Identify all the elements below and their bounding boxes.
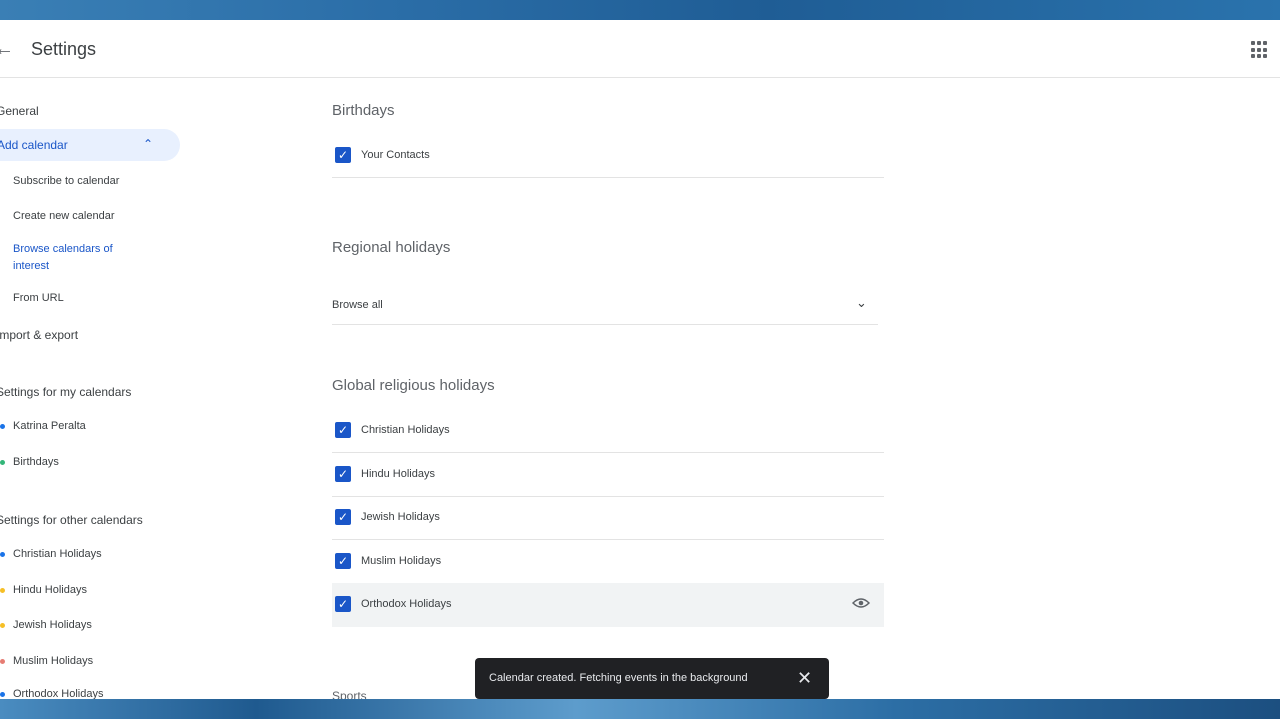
checkbox-label: Christian Holidays — [361, 424, 450, 436]
desktop-background-bottom — [0, 699, 1280, 719]
close-icon[interactable]: ✕ — [797, 668, 812, 688]
checkbox-checked-icon[interactable]: ✓ — [335, 466, 351, 482]
desktop-background-top — [0, 0, 1280, 20]
checkbox-row[interactable]: ✓ Christian Holidays — [332, 409, 884, 453]
checkbox-row[interactable]: ✓ Jewish Holidays — [332, 496, 884, 540]
checkbox-checked-icon[interactable]: ✓ — [335, 553, 351, 569]
sidebar-item-other-calendar[interactable]: Muslim Holidays — [13, 655, 93, 667]
calendar-color-dot — [0, 552, 5, 557]
checkbox-label: Your Contacts — [361, 149, 430, 161]
checkbox-label: Orthodox Holidays — [361, 598, 452, 610]
sidebar-item-other-calendar[interactable]: Jewish Holidays — [13, 619, 92, 631]
settings-sidebar: General Add calendar ⌃ Subscribe to cale… — [0, 78, 200, 699]
calendar-color-dot — [0, 424, 5, 429]
sidebar-item-birthdays[interactable]: Birthdays — [13, 456, 59, 468]
chevron-up-icon: ⌃ — [143, 137, 154, 151]
snackbar-message: Calendar created. Fetching events in the… — [489, 672, 748, 684]
snackbar: Calendar created. Fetching events in the… — [475, 658, 829, 699]
sidebar-item-other-calendar[interactable]: Christian Holidays — [13, 548, 102, 560]
checkbox-row[interactable]: ✓ Hindu Holidays — [332, 453, 884, 497]
checkbox-label: Jewish Holidays — [361, 511, 440, 523]
sidebar-item-create[interactable]: Create new calendar — [13, 210, 115, 222]
checkbox-row[interactable]: ✓ Muslim Holidays — [332, 540, 884, 584]
sidebar-item-add-calendar[interactable]: Add calendar ⌃ — [0, 129, 180, 161]
chevron-down-icon: ⌄ — [856, 295, 867, 310]
sidebar-item-import-export[interactable]: Import & export — [0, 328, 78, 342]
settings-main-panel: Birthdays ✓ Your Contacts Regional holid… — [332, 78, 892, 699]
checkbox-checked-icon[interactable]: ✓ — [335, 596, 351, 612]
sidebar-item-subscribe[interactable]: Subscribe to calendar — [13, 175, 119, 187]
back-arrow-icon[interactable]: ← — [0, 37, 14, 61]
section-title-regional: Regional holidays — [332, 239, 451, 256]
section-title-birthdays: Birthdays — [332, 102, 395, 119]
eye-icon[interactable] — [852, 597, 870, 609]
checkbox-label: Muslim Holidays — [361, 555, 442, 567]
sidebar-item-label: Add calendar — [0, 138, 68, 152]
sidebar-item-my-calendar[interactable]: Katrina Peralta — [13, 420, 86, 432]
calendar-color-dot — [0, 659, 5, 664]
checkbox-checked-icon[interactable]: ✓ — [335, 147, 351, 163]
select-value: Browse all — [332, 299, 383, 311]
calendar-color-dot — [0, 460, 5, 465]
sidebar-item-other-calendar[interactable]: Orthodox Holidays — [13, 688, 104, 699]
regional-holidays-select[interactable]: Browse all ⌄ — [332, 285, 878, 325]
calendar-color-dot — [0, 623, 5, 628]
sidebar-item-other-calendar[interactable]: Hindu Holidays — [13, 584, 87, 596]
checkbox-checked-icon[interactable]: ✓ — [335, 509, 351, 525]
sidebar-item-from-url[interactable]: From URL — [13, 292, 64, 304]
section-title-religious: Global religious holidays — [332, 377, 495, 394]
apps-grid-icon[interactable] — [1251, 41, 1269, 59]
calendar-color-dot — [0, 588, 5, 593]
checkbox-checked-icon[interactable]: ✓ — [335, 422, 351, 438]
calendar-settings-window: ← Settings General Add calendar ⌃ Subscr… — [0, 20, 1280, 699]
page-title: Settings — [31, 39, 97, 59]
sidebar-item-browse[interactable]: Browse calendars of interest — [13, 241, 138, 275]
sidebar-item-general[interactable]: General — [0, 104, 39, 118]
sidebar-heading-other-calendars: Settings for other calendars — [0, 513, 143, 527]
checkbox-label: Hindu Holidays — [361, 468, 435, 480]
checkbox-row[interactable]: ✓ Orthodox Holidays — [332, 583, 884, 627]
section-title-sports: Sports — [332, 689, 367, 699]
checkbox-row[interactable]: ✓ Your Contacts — [332, 134, 884, 178]
settings-header: ← Settings — [0, 20, 1280, 78]
calendar-color-dot — [0, 692, 5, 697]
sidebar-heading-my-calendars: Settings for my calendars — [0, 385, 132, 399]
